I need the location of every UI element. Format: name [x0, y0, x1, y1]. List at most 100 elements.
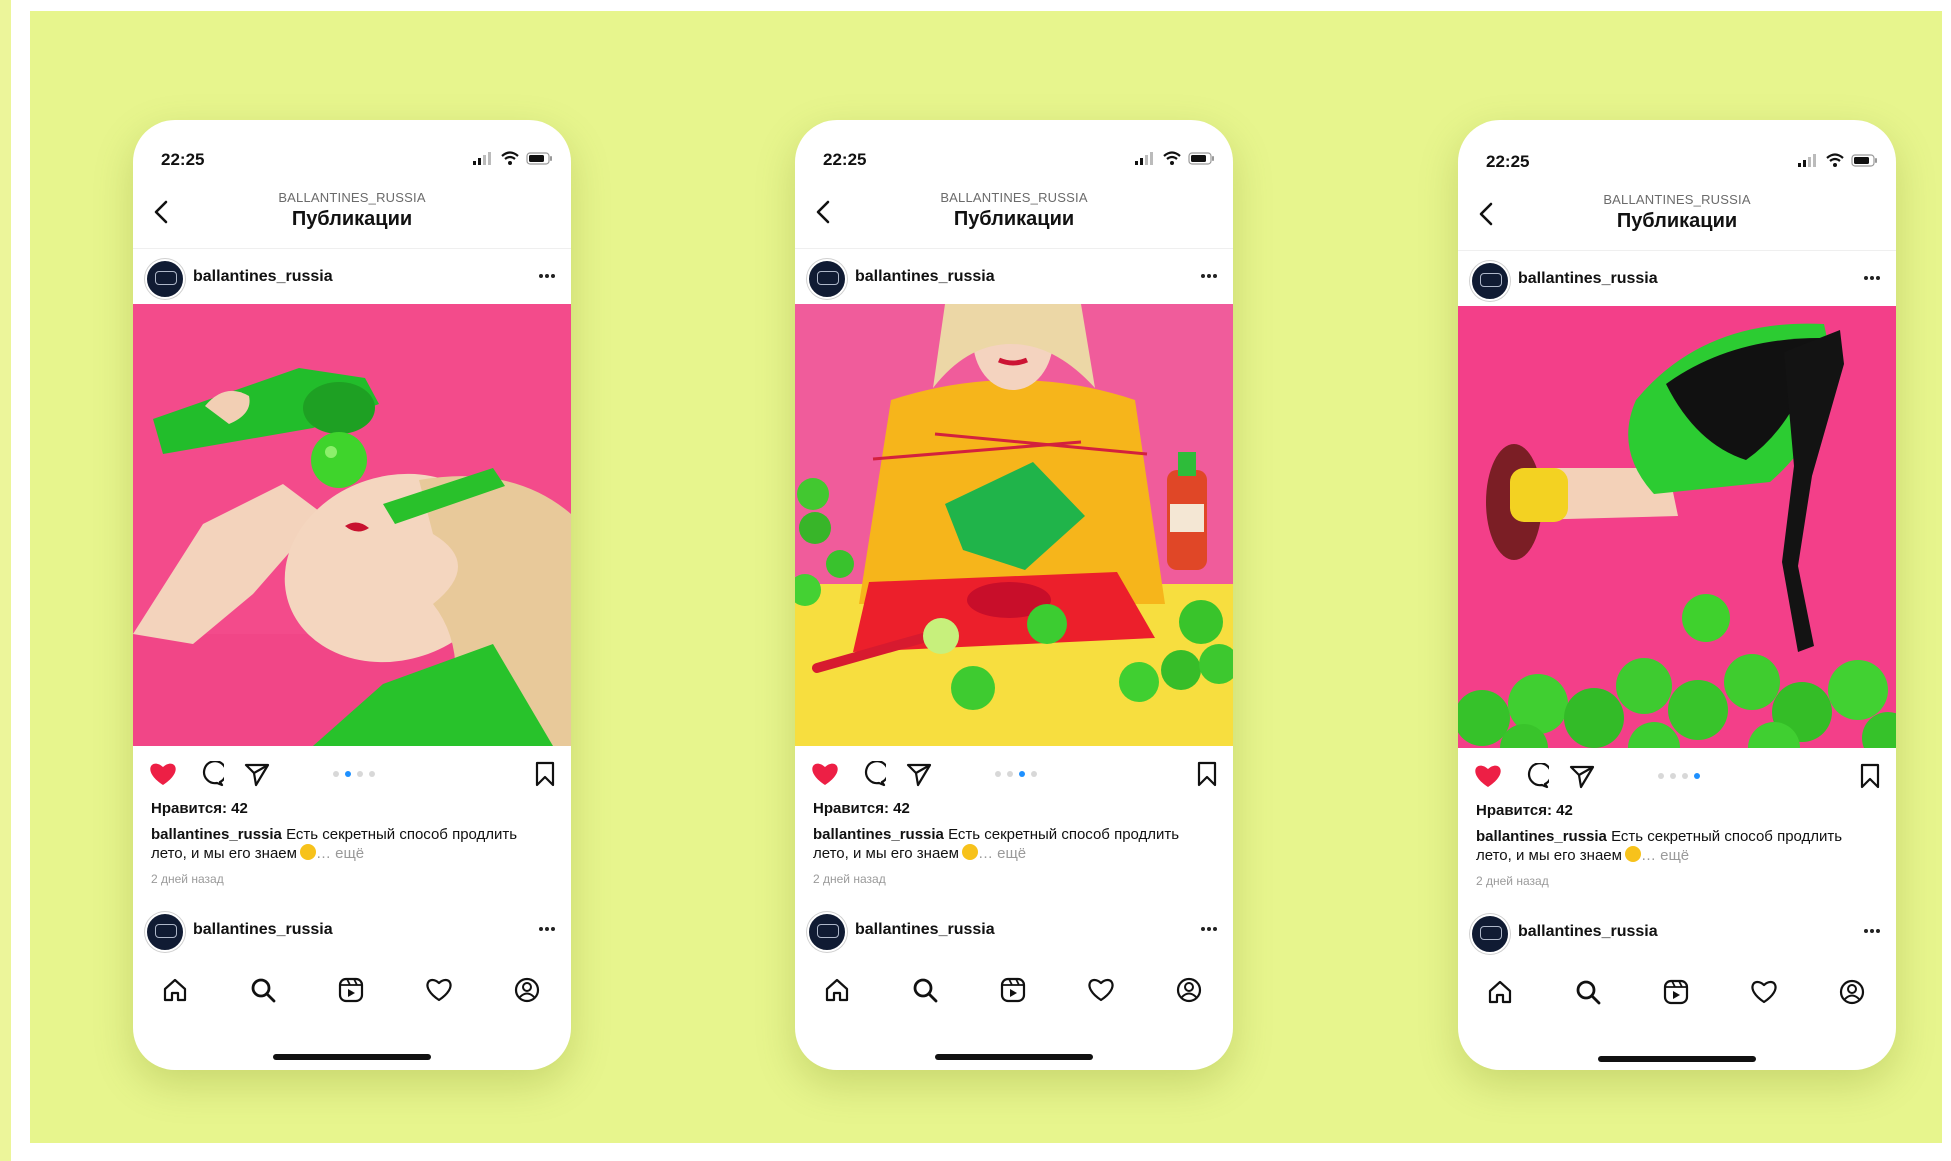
home-indicator[interactable] [1598, 1056, 1756, 1062]
next-post-username[interactable]: ballantines_russia [1518, 923, 1658, 941]
status-icons [473, 151, 552, 165]
post-photo[interactable] [133, 304, 571, 746]
caption-more-link[interactable]: … ещё [316, 845, 364, 862]
avatar[interactable] [807, 259, 847, 299]
post-actions [1458, 748, 1896, 802]
avatar[interactable] [807, 912, 847, 952]
nav-profile[interactable] [1171, 972, 1207, 1008]
save-button[interactable] [1191, 758, 1223, 790]
nav-activity[interactable] [421, 972, 457, 1008]
carousel-dot [333, 771, 339, 777]
photo-hand-bag-limes [1458, 306, 1896, 748]
likes-count[interactable]: Нравится: 42 [1476, 802, 1573, 819]
smiling-face-emoji-icon [1624, 846, 1641, 862]
heart-icon [1475, 765, 1501, 787]
nav-search[interactable] [245, 972, 281, 1008]
post-username[interactable]: ballantines_russia [193, 268, 333, 286]
bookmark-icon [535, 761, 555, 787]
photo-woman-lime-press [133, 304, 571, 746]
bottom-navigation [795, 962, 1233, 1018]
like-button[interactable] [1472, 760, 1504, 792]
nav-profile[interactable] [509, 972, 545, 1008]
carousel-indicator [1658, 773, 1702, 779]
left-border [0, 0, 11, 1161]
share-button[interactable] [241, 758, 273, 790]
caption-username[interactable]: ballantines_russia [1476, 828, 1607, 845]
photo-woman-table-limes [795, 304, 1233, 746]
post-caption: ballantines_russia Есть секретный способ… [813, 825, 1193, 863]
nav-activity[interactable] [1083, 972, 1119, 1008]
page-header: BALLANTINES_RUSSIA Публикации [795, 178, 1233, 248]
post-actions [133, 746, 571, 800]
share-button[interactable] [903, 758, 935, 790]
bottom-navigation [1458, 964, 1896, 1020]
next-post-username[interactable]: ballantines_russia [855, 921, 995, 939]
post-header: ballantines_russia [795, 248, 1233, 305]
more-options-button[interactable] [533, 916, 561, 942]
avatar[interactable] [145, 912, 185, 952]
nav-search[interactable] [1570, 974, 1606, 1010]
status-icons [1798, 153, 1877, 167]
status-icons [1135, 151, 1214, 165]
nav-profile[interactable] [1834, 974, 1870, 1010]
like-button[interactable] [147, 758, 179, 790]
status-time: 22:25 [1486, 152, 1530, 171]
signal-icon [473, 152, 491, 165]
post-caption: ballantines_russia Есть секретный способ… [151, 825, 531, 863]
carousel-dot [1670, 773, 1676, 779]
nav-reels[interactable] [333, 972, 369, 1008]
post-photo[interactable] [795, 304, 1233, 746]
save-button[interactable] [1854, 760, 1886, 792]
wifi-icon [1163, 151, 1181, 165]
caption-username[interactable]: ballantines_russia [151, 826, 282, 843]
next-post-header: ballantines_russia [133, 902, 571, 958]
share-button[interactable] [1566, 760, 1598, 792]
carousel-dot [1031, 771, 1037, 777]
account-caption: BALLANTINES_RUSSIA [278, 190, 426, 205]
comment-button[interactable] [1520, 760, 1552, 792]
more-options-button[interactable] [1195, 263, 1223, 289]
comment-button[interactable] [195, 758, 227, 790]
activity-heart-icon [1751, 980, 1777, 1004]
profile-icon [1839, 979, 1865, 1005]
caption-more-link[interactable]: … ещё [978, 845, 1026, 862]
battery-icon [1188, 152, 1214, 165]
next-post-username[interactable]: ballantines_russia [193, 921, 333, 939]
avatar[interactable] [145, 259, 185, 299]
save-button[interactable] [529, 758, 561, 790]
nav-search[interactable] [907, 972, 943, 1008]
share-icon [906, 763, 932, 787]
likes-count[interactable]: Нравится: 42 [813, 800, 910, 817]
post-photo[interactable] [1458, 306, 1896, 748]
more-options-button[interactable] [533, 263, 561, 289]
nav-home[interactable] [819, 972, 855, 1008]
home-indicator[interactable] [273, 1054, 431, 1060]
more-options-button[interactable] [1858, 918, 1886, 944]
nav-home[interactable] [157, 972, 193, 1008]
comment-button[interactable] [857, 758, 889, 790]
wifi-icon [1826, 153, 1844, 167]
avatar[interactable] [1470, 914, 1510, 954]
bookmark-icon [1197, 761, 1217, 787]
carousel-dot [369, 771, 375, 777]
home-indicator[interactable] [935, 1054, 1093, 1060]
more-options-button[interactable] [1858, 265, 1886, 291]
avatar[interactable] [1470, 261, 1510, 301]
nav-reels[interactable] [995, 972, 1031, 1008]
share-icon [1569, 765, 1595, 789]
post-username[interactable]: ballantines_russia [1518, 270, 1658, 288]
caption-username[interactable]: ballantines_russia [813, 826, 944, 843]
likes-count[interactable]: Нравится: 42 [151, 800, 248, 817]
search-icon [251, 978, 276, 1003]
nav-home[interactable] [1482, 974, 1518, 1010]
like-button[interactable] [809, 758, 841, 790]
carousel-dot-active [345, 771, 351, 777]
carousel-dot [357, 771, 363, 777]
signal-icon [1135, 152, 1153, 165]
nav-reels[interactable] [1658, 974, 1694, 1010]
more-options-button[interactable] [1195, 916, 1223, 942]
post-username[interactable]: ballantines_russia [855, 268, 995, 286]
caption-more-link[interactable]: … ещё [1641, 847, 1689, 864]
nav-activity[interactable] [1746, 974, 1782, 1010]
home-icon [1488, 980, 1512, 1004]
